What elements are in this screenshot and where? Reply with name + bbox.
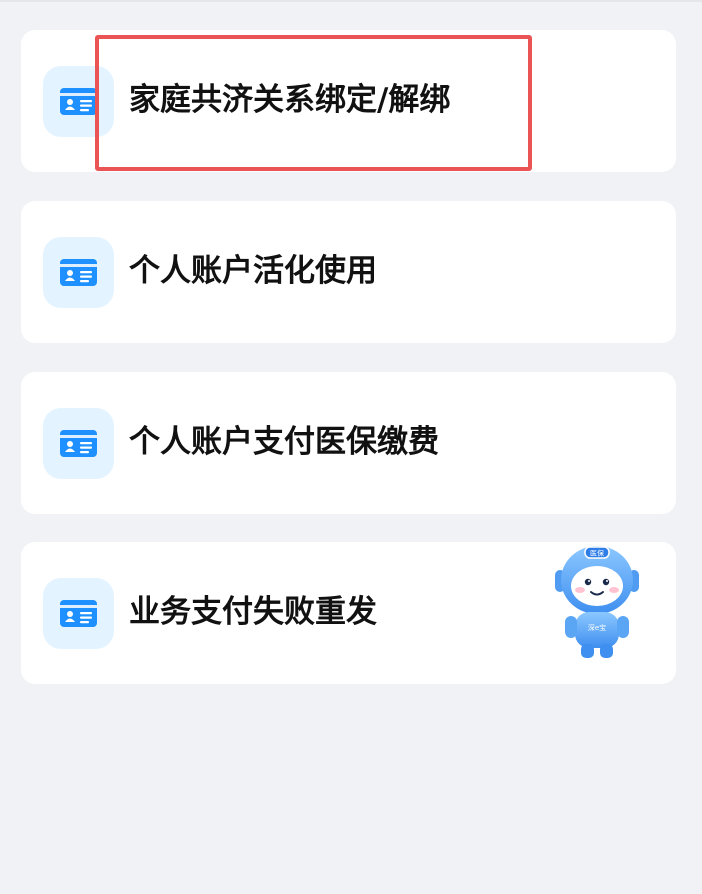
id-card-icon [43,578,114,649]
top-divider [0,0,702,2]
robot-mascot-icon[interactable]: 医保 深e宝 [551,540,643,660]
menu-item-label: 个人账户支付医保缴费 [129,424,439,460]
id-card-icon [43,408,114,479]
menu-item-label: 业务支付失败重发 [129,594,377,630]
id-card-icon [43,237,114,308]
menu-item-label: 家庭共济关系绑定/解绑 [129,82,451,118]
id-card-icon [43,66,114,137]
menu-item-personal-account-pay-insurance[interactable]: 个人账户支付医保缴费 [21,372,676,514]
menu-item-family-mutual-aid[interactable]: 家庭共济关系绑定/解绑 [21,30,676,172]
mascot-chest-text: 深e宝 [588,623,606,632]
mascot-head-badge: 医保 [590,549,604,558]
menu-item-personal-account-activation[interactable]: 个人账户活化使用 [21,201,676,343]
menu-item-label: 个人账户活化使用 [129,253,377,289]
